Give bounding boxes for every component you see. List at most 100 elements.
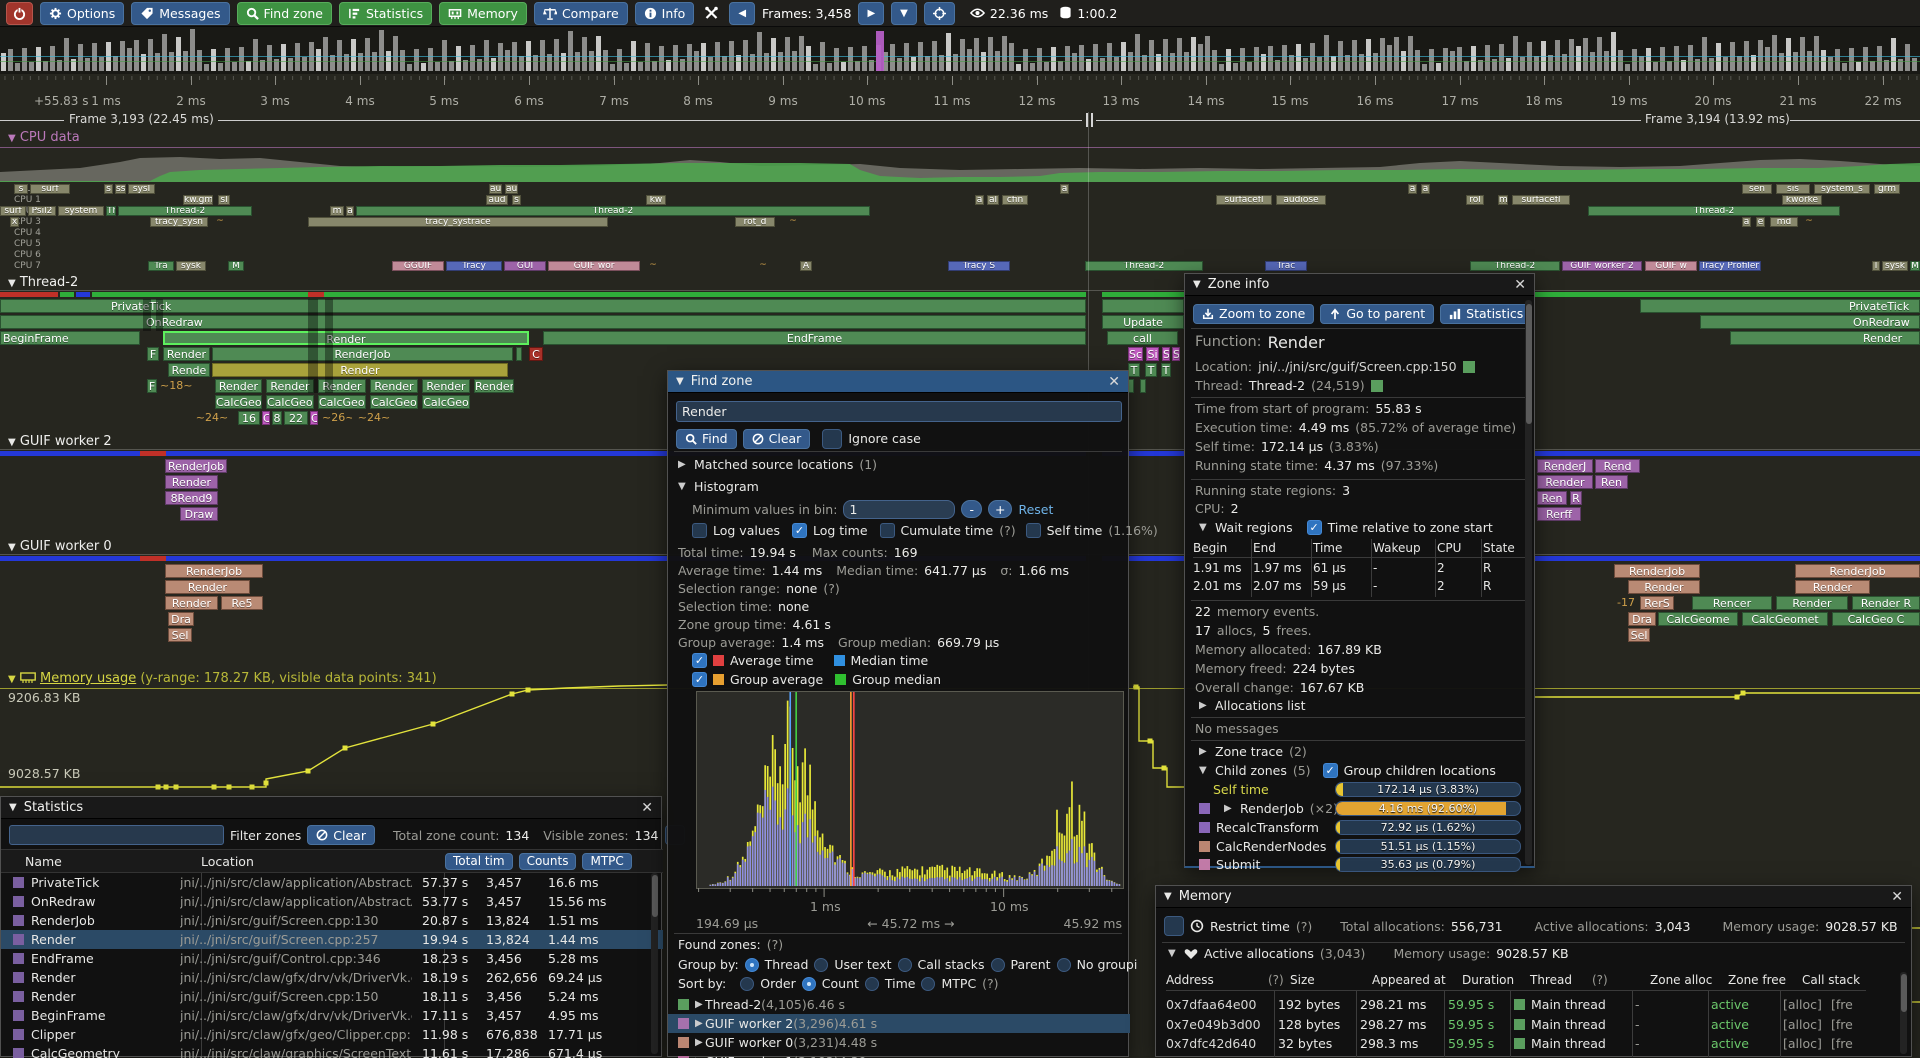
statistics-row[interactable]: BeginFrame jni/../jni/src/claw/gfx/drv/v… (1, 1006, 663, 1025)
go-to-parent-button[interactable]: Go to parent (1320, 304, 1434, 324)
cpu-zone[interactable]: grm (1874, 184, 1900, 194)
timeline-zone[interactable]: EndFrame (543, 331, 1086, 345)
time-ruler[interactable]: +55.83 s 1 ms 2 ms 3 ms 4 ms 5 ms 6 ms 7… (0, 76, 1920, 110)
timeline-zone[interactable]: Render (1628, 580, 1700, 594)
timeline-zone[interactable]: RenderJ (1537, 459, 1593, 473)
cpu-zone[interactable]: Tracy (446, 261, 502, 271)
child-zone-row[interactable]: ▶ RenderJob (×2) (1199, 801, 1338, 816)
cpu-zone[interactable]: kw.gm (183, 195, 213, 205)
timeline-zone[interactable]: Rende (168, 363, 210, 377)
cpu-zone[interactable]: au (505, 184, 518, 194)
cpu-zone[interactable]: Tracy Profiler (1699, 261, 1761, 271)
location-value[interactable]: jni/../jni/src/guif/Screen.cpp:150 (1258, 359, 1456, 374)
timeline-zone[interactable]: CalcGeo (370, 395, 418, 409)
cpu-zone[interactable]: Trac (1265, 261, 1307, 271)
zone-group-row[interactable]: ▶ GUIF worker 2 (3,296) 4.61 s (668, 1014, 1130, 1033)
timeline-zone[interactable]: Rerff (1537, 507, 1581, 521)
statistics-titlebar[interactable]: ▼ Statistics ✕ (1, 797, 661, 819)
timeline-zone[interactable]: Render (1730, 331, 1920, 345)
cpu-zone[interactable]: Thread-2 (356, 206, 870, 216)
find-zone-button[interactable]: Find zone (237, 2, 332, 25)
statistics-row[interactable]: OnRedraw jni/../jni/src/claw/application… (1, 892, 663, 911)
timeline-zone[interactable]: T (1128, 363, 1140, 377)
timeline-zone[interactable]: OnRedraw (1700, 315, 1920, 329)
timeline-zone[interactable]: CalcGeor (318, 395, 366, 409)
cpu-zone[interactable]: s (14, 184, 28, 194)
wait-col-begin[interactable]: Begin (1193, 541, 1247, 555)
zone-group-row[interactable]: ▶ Thread-2 (4,105) 6.46 s (668, 995, 1130, 1014)
timeline-zone[interactable]: Render (163, 347, 210, 361)
timeline-zone[interactable]: CalcGeo C (1832, 612, 1920, 626)
cpu-zone[interactable]: md (1770, 217, 1798, 227)
col-size[interactable]: Size (1290, 973, 1366, 987)
timeline-zone[interactable]: CalcGeome (1658, 612, 1738, 626)
free-callstack-link[interactable]: [fre (1831, 1017, 1853, 1032)
cpu-zone[interactable]: a (346, 206, 354, 216)
collapse-icon[interactable]: ▼ (1199, 522, 1209, 533)
timeline-zone[interactable]: RenderJob (165, 564, 263, 578)
wait-col-state[interactable]: State (1483, 541, 1523, 555)
frame-label[interactable]: Frame 3,194 (13.92 ms) (1645, 112, 1790, 126)
timeline-zone[interactable]: F (147, 379, 157, 393)
timeline-zone[interactable]: 8Rend9 (165, 491, 218, 505)
cpu-zone[interactable]: ~ (214, 217, 226, 227)
timeline-zone[interactable]: Ren (1595, 475, 1628, 489)
timeline-zone[interactable] (516, 347, 522, 361)
timeline-zone[interactable]: Render (215, 379, 262, 393)
cpu-zone[interactable]: GUI (504, 261, 546, 271)
allocation-row[interactable]: 0x7dfc53d898 8 bytes 298.34 ms 59.95 s M… (1166, 1054, 1866, 1058)
zone-info-titlebar[interactable]: ▼ Zone info ✕ (1185, 274, 1534, 296)
timeline-zone[interactable]: Dra (1628, 612, 1656, 626)
wait-col-end[interactable]: End (1253, 541, 1307, 555)
group-by-usertext-radio[interactable] (814, 958, 828, 972)
timeline-zone[interactable]: Render (163, 331, 529, 345)
cpu-zone[interactable]: au (489, 184, 502, 194)
cpu-zone[interactable]: sysk (176, 261, 206, 271)
wait-col-time[interactable]: Time (1313, 541, 1367, 555)
column-header-counts[interactable]: Counts (519, 853, 577, 870)
statistics-row[interactable]: CalcGeometry jni/../jni/src/claw/graphic… (1, 1044, 663, 1058)
prev-frame-button[interactable]: ◀ (729, 2, 755, 25)
sort-by-order-radio[interactable] (740, 977, 754, 991)
statistics-row[interactable]: Render jni/../jni/src/guif/Screen.cpp:25… (1, 930, 663, 949)
timeline-zone[interactable]: ~24~ (192, 411, 232, 425)
cpu-zone[interactable]: a (975, 195, 984, 205)
goto-frame-button[interactable] (924, 2, 955, 25)
cpu-zone[interactable]: Thread-2 (1085, 261, 1203, 271)
timeline-zone[interactable]: RenderJob (1795, 564, 1920, 578)
timeline-zone[interactable]: Render (1795, 580, 1870, 594)
cpu-zone[interactable]: surf (0, 206, 26, 216)
col-call-stack[interactable]: Call stack (1802, 973, 1860, 987)
alloc-callstack-link[interactable]: [alloc] (1783, 1017, 1831, 1032)
timeline-zone[interactable]: CalcGeo (422, 395, 470, 409)
log-values-checkbox[interactable] (692, 523, 707, 538)
memory-scrollbar[interactable] (1900, 972, 1907, 1054)
zone-group-row[interactable]: ▶ GUIF worker 1 (3,192) 4.39 s (668, 1052, 1130, 1058)
timeline-zone[interactable]: F (147, 347, 159, 361)
cpu-zone[interactable]: surfacefl (1512, 195, 1570, 205)
thread-value[interactable]: Thread-2 (1249, 378, 1305, 393)
cpu-zone[interactable]: audiose (1276, 195, 1326, 205)
draw-group-avg-med-checkbox[interactable]: ✓ (692, 672, 707, 687)
zone-statistics-button[interactable]: Statistics (1440, 304, 1532, 324)
column-header-name[interactable]: Name (25, 854, 195, 869)
cpu-zone[interactable]: a (1421, 184, 1430, 194)
wait-col-cpu[interactable]: CPU (1437, 541, 1477, 555)
timeline-zone[interactable]: -17 (1614, 596, 1638, 610)
timeline-zone[interactable]: Render (165, 475, 218, 489)
cpu-zone[interactable]: Thread-2 (1588, 206, 1840, 216)
cpu-zone[interactable]: sysl (128, 184, 155, 194)
cpu-zone[interactable]: a (1742, 217, 1751, 227)
min-bin-input[interactable] (843, 500, 955, 519)
col-address[interactable]: Address (1166, 973, 1262, 987)
close-icon[interactable]: ✕ (1108, 375, 1120, 389)
guif-worker0-header[interactable]: ▼ GUIF worker 0 (8, 539, 112, 554)
cpu-zone[interactable]: l (1872, 261, 1880, 271)
group-by-thread-radio[interactable] (745, 958, 759, 972)
expand-icon[interactable]: ▶ (1224, 803, 1234, 814)
col-thread[interactable]: Thread (1530, 973, 1586, 987)
col-zone-alloc[interactable]: Zone alloc (1650, 973, 1722, 987)
cpu-zone[interactable]: Psil2 (28, 206, 56, 216)
expand-icon[interactable]: ▶ (678, 459, 688, 470)
cpu-data-header[interactable]: ▼ CPU data (8, 130, 80, 145)
